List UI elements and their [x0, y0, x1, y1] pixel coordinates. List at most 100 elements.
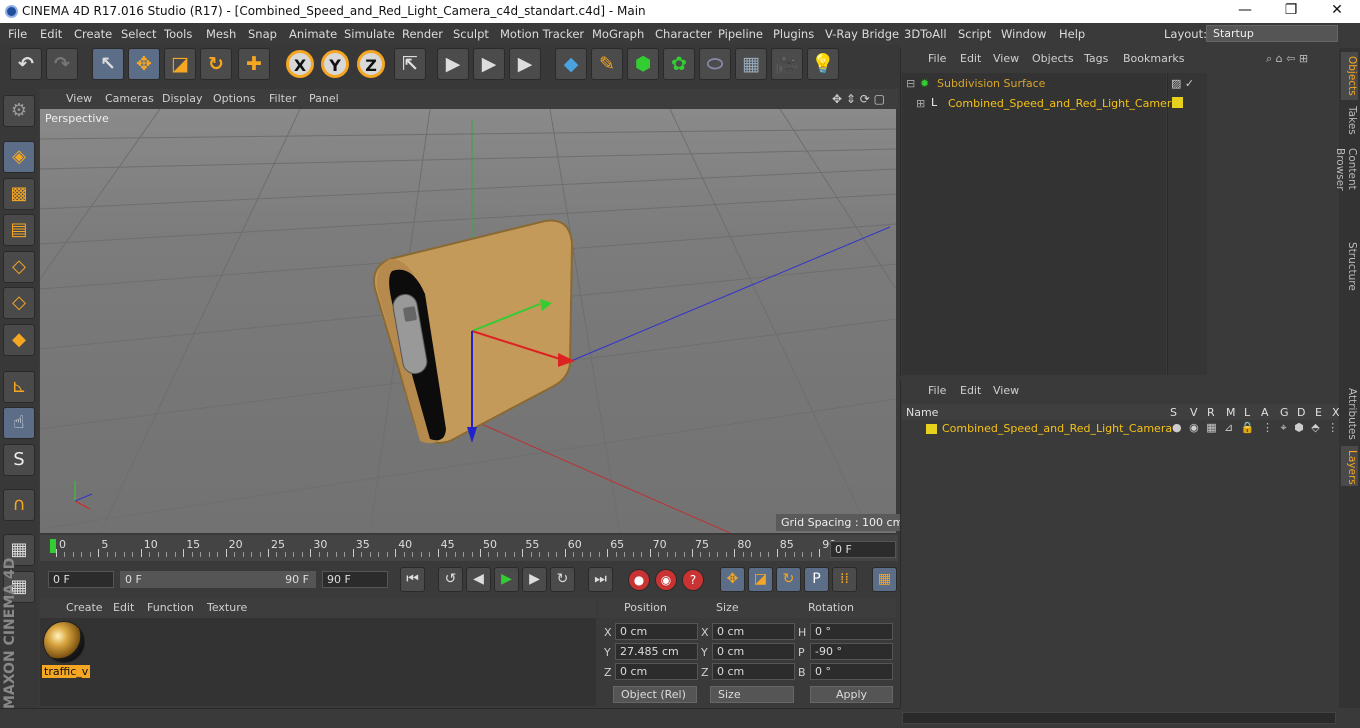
layers-menu-file[interactable]: File [928, 384, 946, 397]
autokey-icon[interactable]: ◉ [655, 569, 677, 591]
layer-col-v[interactable]: V [1190, 406, 1198, 419]
tree-expand-icon[interactable]: ⊟ [906, 77, 915, 90]
viewport-menu-view[interactable]: View [66, 92, 92, 105]
layer-flag-icons[interactable]: ● ◉ ▦ ⊿ 🔒 ⋮ ⌖ ⬢ ⬘ ⋮ [1172, 421, 1340, 435]
floor-icon[interactable]: ▦ [735, 48, 767, 80]
menu-vray-bridge[interactable]: V-Ray Bridge [825, 27, 899, 41]
viewport-nav-icons[interactable]: ✥ ⇕ ⟳ ▢ [832, 92, 885, 106]
layer-col-e[interactable]: E [1315, 406, 1322, 419]
menu-simulate[interactable]: Simulate [344, 27, 395, 41]
tab-content-browser[interactable]: Content Browser [1334, 144, 1358, 234]
goto-end-icon[interactable]: ⏭ [588, 567, 613, 592]
deformer-icon[interactable]: ⬭ [699, 48, 731, 80]
end-frame-field[interactable]: 90 F [322, 571, 388, 588]
y-axis-lock-icon[interactable]: Y [321, 50, 349, 78]
size-z-field[interactable]: 0 cm [712, 663, 795, 680]
menu-tools[interactable]: Tools [164, 27, 192, 41]
menu-mesh[interactable]: Mesh [206, 27, 236, 41]
menu-sculpt[interactable]: Sculpt [453, 27, 489, 41]
minimize-button[interactable]: — [1222, 0, 1268, 23]
size-x-field[interactable]: 0 cm [712, 623, 795, 640]
objects-menu-tags[interactable]: Tags [1084, 52, 1108, 65]
tree-expand-icon-2[interactable]: ⊞ [916, 97, 925, 110]
prev-frame-icon[interactable]: ◀ [466, 567, 491, 592]
objects-menu-bookmarks[interactable]: Bookmarks [1123, 52, 1184, 65]
layout-select[interactable]: Startup [1206, 25, 1338, 42]
camera-icon[interactable]: 🎥 [771, 48, 803, 80]
size-y-field[interactable]: 0 cm [712, 643, 795, 660]
object-camera[interactable]: Combined_Speed_and_Red_Light_Camera [948, 97, 1178, 110]
rotation-b-field[interactable]: 0 ° [810, 663, 893, 680]
goto-start-icon[interactable]: ⏮ [400, 567, 425, 592]
viewport-menu-options[interactable]: Options [213, 92, 255, 105]
scale-tool-icon[interactable]: ◪ [164, 48, 196, 80]
render-settings-icon[interactable]: ▶ [509, 48, 541, 80]
menu-character[interactable]: Character [655, 27, 712, 41]
redo-icon[interactable]: ↷ [46, 48, 78, 80]
viewport-menu-filter[interactable]: Filter [269, 92, 296, 105]
pen-spline-icon[interactable]: ✎ [591, 48, 623, 80]
texture-mode-icon[interactable]: ▩ [3, 178, 35, 210]
maximize-button[interactable]: ❐ [1268, 0, 1314, 23]
edges-mode-icon[interactable]: ◇ [3, 287, 35, 319]
subdivision-surface-icon[interactable]: ⬢ [627, 48, 659, 80]
menu-mograph[interactable]: MoGraph [592, 27, 644, 41]
object-manager-nav-icons[interactable]: ⌕ ⌂ ⇦ ⊞ [1266, 52, 1308, 66]
viewport-menu-display[interactable]: Display [162, 92, 203, 105]
layers-menu-edit[interactable]: Edit [960, 384, 981, 397]
snap-magnet-icon[interactable]: ∩ [3, 489, 35, 521]
tab-takes[interactable]: Takes [1341, 102, 1358, 140]
layer-color-swatch[interactable] [1172, 97, 1183, 108]
material-menu-texture[interactable]: Texture [207, 601, 247, 614]
tab-structure[interactable]: Structure [1341, 238, 1358, 296]
tab-objects[interactable]: Objects [1341, 52, 1358, 100]
objects-menu-edit[interactable]: Edit [960, 52, 981, 65]
render-view-icon[interactable]: ▶ [437, 48, 469, 80]
prev-key-icon[interactable]: ↺ [438, 567, 463, 592]
timeline-window-icon[interactable]: ▦ [872, 567, 897, 592]
layer-horizontal-scrollbar[interactable] [902, 712, 1336, 724]
next-frame-icon[interactable]: ▶ [522, 567, 547, 592]
layer-col-d[interactable]: D [1297, 406, 1305, 419]
viewport-menu-cameras[interactable]: Cameras [105, 92, 154, 105]
material-menu-function[interactable]: Function [147, 601, 194, 614]
tweak-mode-icon[interactable]: ☝ [3, 407, 35, 439]
objects-menu-objects[interactable]: Objects [1032, 52, 1074, 65]
menu-create[interactable]: Create [74, 27, 112, 41]
position-x-field[interactable]: 0 cm [615, 623, 698, 640]
menu-animate[interactable]: Animate [289, 27, 337, 41]
play-icon[interactable]: ▶ [494, 567, 519, 592]
cube-primitive-icon[interactable]: ◆ [555, 48, 587, 80]
undo-icon[interactable]: ↶ [10, 48, 42, 80]
layer-col-s[interactable]: S [1170, 406, 1177, 419]
object-subdivision-surface[interactable]: Subdivision Surface [937, 77, 1045, 90]
key-pla-icon[interactable]: ⁞⁞ [832, 567, 857, 592]
position-y-field[interactable]: 27.485 cm [615, 643, 698, 660]
rotation-p-field[interactable]: -90 ° [810, 643, 893, 660]
key-param-icon[interactable]: P [804, 567, 829, 592]
polygons-mode-icon[interactable]: ◆ [3, 324, 35, 356]
position-z-field[interactable]: 0 cm [615, 663, 698, 680]
layers-menu-view[interactable]: View [993, 384, 1019, 397]
layer-col-m[interactable]: M [1226, 406, 1236, 419]
layer-col-r[interactable]: R [1207, 406, 1215, 419]
live-selection-icon[interactable]: ✚ [238, 48, 270, 80]
next-key-icon[interactable]: ↻ [550, 567, 575, 592]
make-editable-icon[interactable]: ⚙ [3, 95, 35, 127]
z-axis-lock-icon[interactable]: Z [357, 50, 385, 78]
key-position-icon[interactable]: ✥ [720, 567, 745, 592]
menu-snap[interactable]: Snap [248, 27, 277, 41]
solo-mode-icon[interactable]: S [3, 444, 35, 476]
objects-menu-view[interactable]: View [993, 52, 1019, 65]
size-mode-select[interactable]: Size [710, 686, 794, 703]
model-mode-icon[interactable]: ◈ [3, 141, 35, 173]
perspective-viewport[interactable] [40, 109, 896, 533]
menu-render[interactable]: Render [402, 27, 443, 41]
menu-3dtoall[interactable]: 3DToAll [904, 27, 947, 41]
light-icon[interactable]: 💡 [807, 48, 839, 80]
tab-attributes[interactable]: Attributes [1341, 384, 1358, 444]
rotate-tool-icon[interactable]: ↻ [200, 48, 232, 80]
apply-button[interactable]: Apply [810, 686, 893, 703]
gizmo-z-arrow[interactable] [467, 427, 477, 443]
workplane-icon[interactable]: ▤ [3, 214, 35, 246]
